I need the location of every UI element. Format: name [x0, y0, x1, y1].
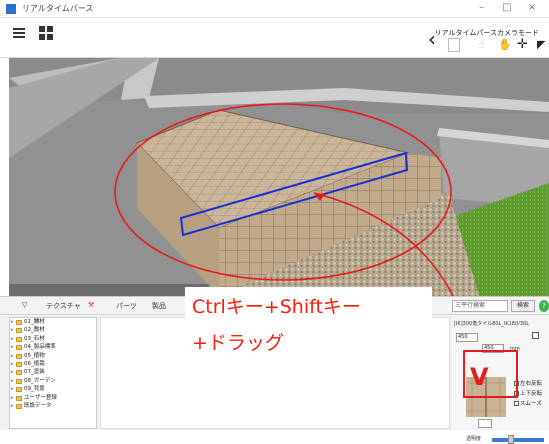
tree-item[interactable]: ▸ ユーザー登録: [10, 394, 96, 402]
folder-icon: [16, 328, 22, 334]
tab-texture[interactable]: テクスチャ: [46, 301, 81, 311]
pan-tool-icon[interactable]: ✛: [517, 37, 528, 52]
instruction-line-1: Ctrlキー+Shiftキー: [192, 296, 361, 318]
folder-icon: [16, 403, 22, 409]
texture-name: [IK]300角タイル80L_IK180/30L: [454, 321, 529, 327]
maximize-button[interactable]: □: [496, 2, 518, 13]
highlight-v-mark: V: [470, 363, 489, 391]
offset-input[interactable]: [478, 419, 492, 428]
main-toolbar: ‹ リアルタイムパースカメラモード ☝ ✋ ✛ ◤: [0, 18, 549, 58]
cursor-tool-icon[interactable]: [448, 38, 460, 52]
tab-products[interactable]: 製品: [152, 301, 166, 311]
help-icon[interactable]: ?: [539, 300, 549, 312]
flip-horizontal-checkbox[interactable]: 左右反転: [514, 379, 542, 387]
wrench-icon[interactable]: ⚒: [88, 301, 94, 309]
folder-icon: [16, 387, 22, 393]
search-button[interactable]: 検索: [511, 300, 535, 312]
tree-item[interactable]: ▸ 04_製品標準: [10, 343, 96, 351]
minimize-button[interactable]: –: [471, 2, 493, 13]
smooth-checkbox[interactable]: スムーズ: [514, 399, 542, 407]
tree-item[interactable]: ▸ 03_石材: [10, 335, 96, 343]
hamburger-menu-icon[interactable]: [13, 28, 25, 38]
tree-item[interactable]: ▸ 02_敷材: [10, 326, 96, 334]
flip-vertical-checkbox[interactable]: 上下反転: [514, 389, 542, 397]
folder-icon: [16, 370, 22, 376]
search-input[interactable]: 三平行検索: [452, 300, 508, 312]
scene-render: [9, 58, 549, 296]
tab-parts[interactable]: パーツ: [116, 301, 137, 311]
width-input[interactable]: 450: [456, 333, 478, 342]
folder-icon: [16, 395, 22, 401]
arrow-tool-icon[interactable]: ◤: [537, 38, 545, 51]
tree-item[interactable]: ▸ 08_ガーデン: [10, 377, 96, 385]
folder-icon: [16, 378, 22, 384]
transparency-slider-knob[interactable]: [508, 435, 514, 444]
grid-view-icon[interactable]: [39, 26, 53, 40]
folder-icon: [16, 353, 22, 359]
instruction-line-2: +ドラッグ: [192, 332, 284, 354]
folder-icon: [16, 345, 22, 351]
transparency-slider[interactable]: [492, 438, 544, 442]
tree-item[interactable]: ▸ 05_植物: [10, 352, 96, 360]
hand-tool-icon[interactable]: ☝: [478, 38, 485, 51]
title-bar: リアルタイムパース – □ ×: [0, 0, 549, 18]
close-button[interactable]: ×: [521, 2, 543, 13]
tree-item[interactable]: ▸ 07_塗装: [10, 368, 96, 376]
tree-item[interactable]: ▸ 既設データ: [10, 402, 96, 410]
link-checkbox[interactable]: [532, 332, 539, 339]
folder-icon: [16, 336, 22, 342]
grab-tool-icon[interactable]: ✋: [498, 38, 512, 51]
app-icon: [6, 4, 16, 14]
tree-item[interactable]: ▸ 01_舗材: [10, 318, 96, 326]
category-tree: ▸ 01_舗材 ▸ 02_敷材 ▸ 03_石材 ▸ 04_製品標準 ▸ 05_植物 ▸ 06…: [9, 317, 97, 429]
filter-icon[interactable]: ▽: [22, 301, 27, 309]
transparency-label: 透明度: [466, 436, 482, 442]
folder-icon: [16, 320, 22, 325]
window-controls: – □ ×: [471, 2, 543, 13]
tree-item[interactable]: ▸ 06_植栽: [10, 360, 96, 368]
window-title: リアルタイムパース: [22, 4, 94, 13]
tree-item[interactable]: ▸ 09_背景: [10, 385, 96, 393]
folder-icon: [16, 361, 22, 367]
3d-viewport[interactable]: [9, 58, 549, 296]
